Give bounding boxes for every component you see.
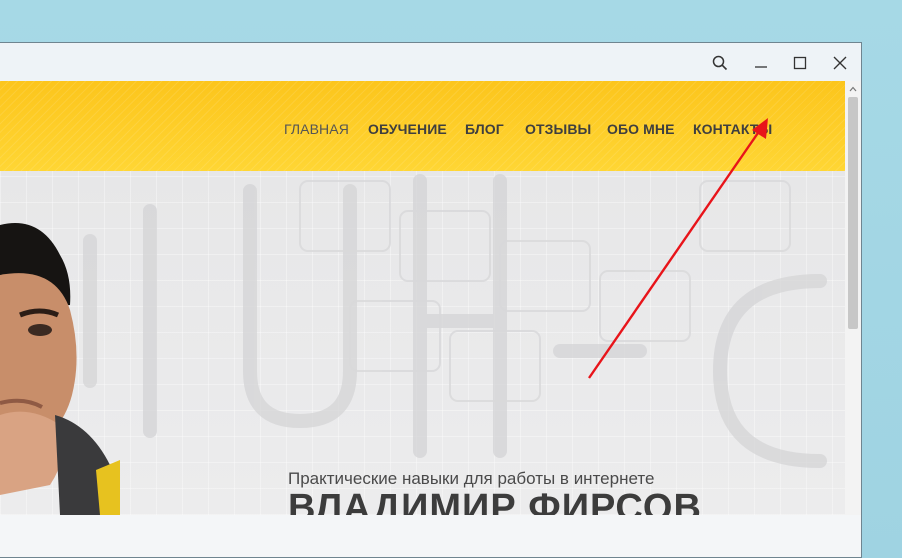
hero-section: Практические навыки для работы в интерне… <box>0 171 845 515</box>
search-icon[interactable] <box>706 51 734 75</box>
minimize-icon[interactable] <box>747 51 775 75</box>
vertical-scrollbar[interactable] <box>845 81 861 515</box>
nav-item-contacts[interactable]: КОНТАКТЫ <box>693 121 772 137</box>
maximize-icon[interactable] <box>786 51 814 75</box>
web-page-viewport: ГЛАВНАЯ ОБУЧЕНИЕ БЛОГ ОТЗЫВЫ ОБО МНЕ КОН… <box>0 81 845 515</box>
nav-item-reviews[interactable]: ОТЗЫВЫ <box>525 121 591 137</box>
scrollbar-thumb[interactable] <box>848 97 858 329</box>
scroll-up-arrow-icon[interactable] <box>848 84 858 94</box>
close-icon[interactable] <box>826 51 854 75</box>
keyboard-background-image <box>83 174 827 468</box>
nav-item-training[interactable]: ОБУЧЕНИЕ <box>368 121 447 137</box>
nav-item-home[interactable]: ГЛАВНАЯ <box>284 121 349 137</box>
hero-subtitle: Практические навыки для работы в интерне… <box>288 469 655 488</box>
hero-title: ВЛАДИМИР ФИРСОВ <box>288 487 702 515</box>
person-photo <box>0 223 120 515</box>
nav-item-about[interactable]: ОБО МНЕ <box>607 121 675 137</box>
title-bar <box>0 43 861 83</box>
nav-item-blog[interactable]: БЛОГ <box>465 121 504 137</box>
site-header: ГЛАВНАЯ ОБУЧЕНИЕ БЛОГ ОТЗЫВЫ ОБО МНЕ КОН… <box>0 81 845 171</box>
